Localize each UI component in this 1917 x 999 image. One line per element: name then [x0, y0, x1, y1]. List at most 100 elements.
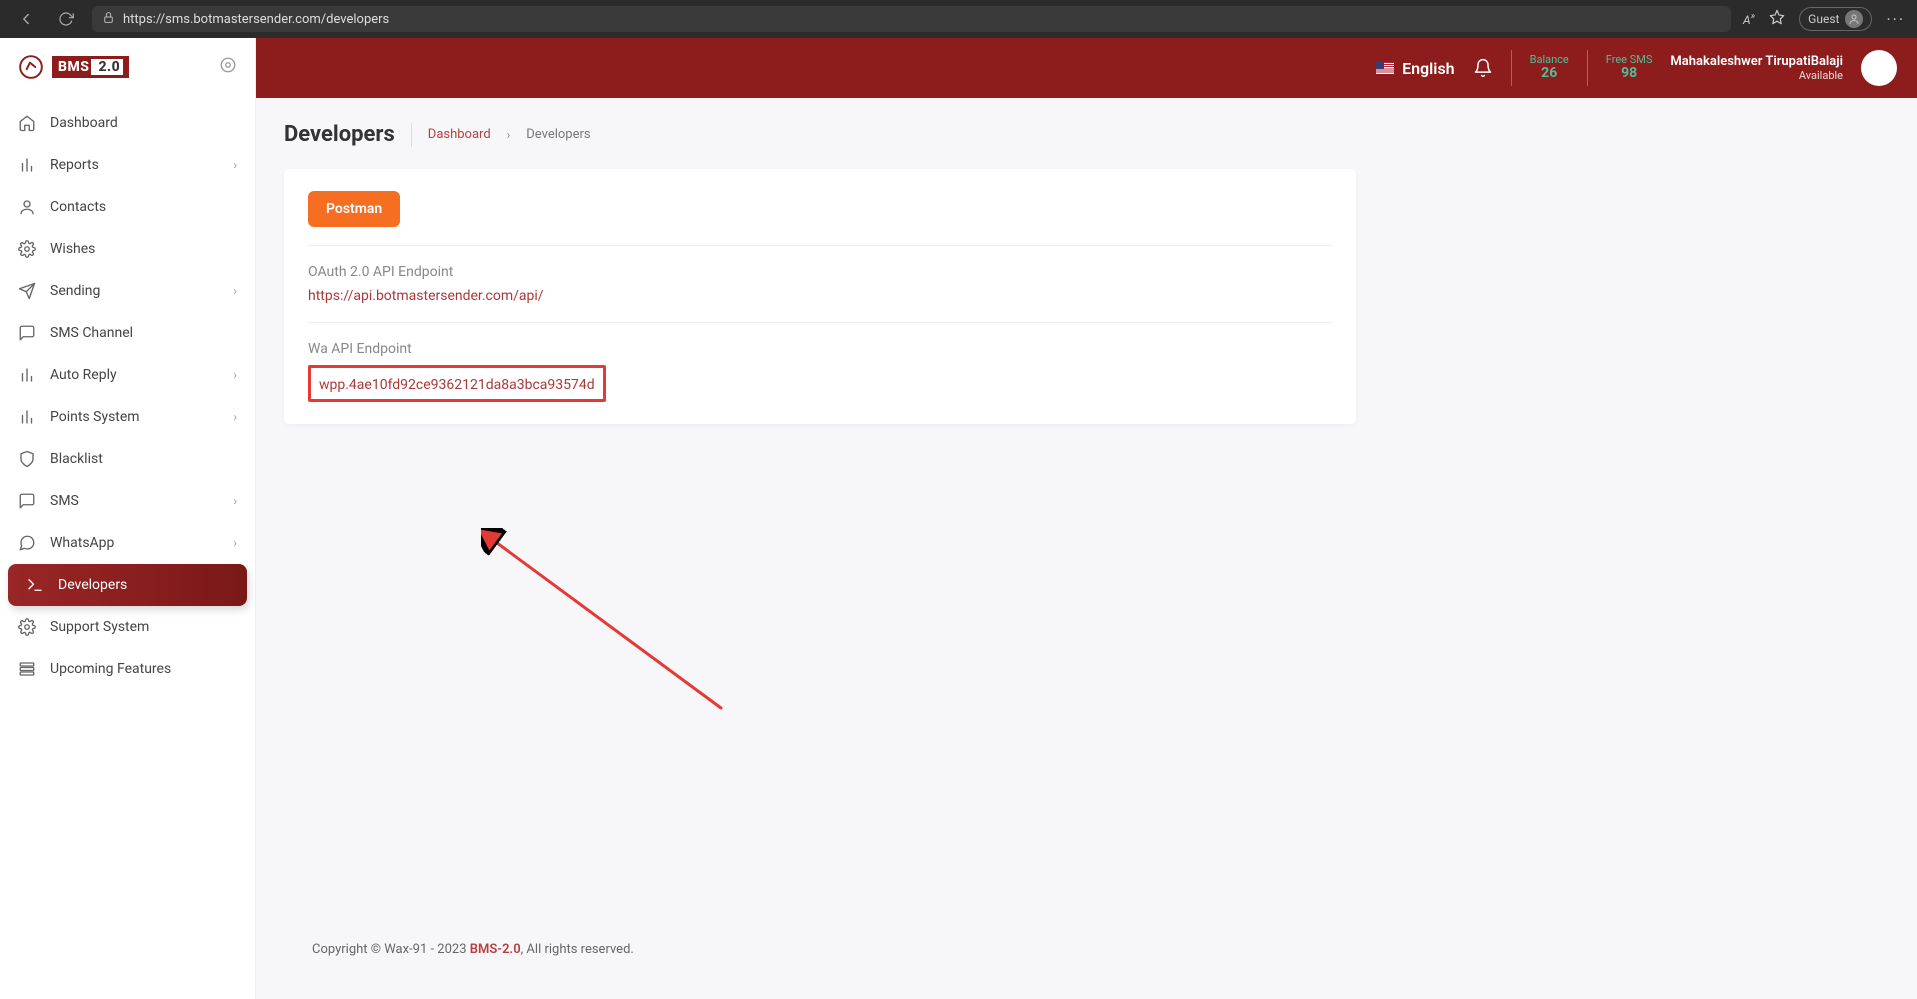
sidebar-item-sending[interactable]: Sending ›	[0, 270, 255, 312]
sidebar: BMS 2.0 Dashboard Reports › Contacts Wishes S…	[0, 38, 256, 999]
sidebar-item-label: Dashboard	[50, 115, 118, 131]
sidebar-item-sms[interactable]: SMS ›	[0, 480, 255, 522]
sidebar-item-whatsapp[interactable]: WhatsApp›	[0, 522, 255, 564]
chevron-right-icon: ›	[233, 284, 237, 298]
language-label: English	[1402, 59, 1455, 78]
bars-icon	[18, 408, 36, 426]
content: Developers Dashboard › Developers Postma…	[256, 98, 1917, 999]
balance-value: 26	[1530, 66, 1569, 81]
send-icon	[18, 282, 36, 300]
person-icon	[18, 198, 36, 216]
wa-value-highlight: wpp.4ae10fd92ce9362121da8a3bca93574d	[308, 365, 606, 402]
breadcrumb-current: Developers	[526, 127, 590, 142]
sidebar-item-reports[interactable]: Reports ›	[0, 144, 255, 186]
page-title: Developers	[284, 122, 395, 147]
flag-us-icon	[1376, 62, 1394, 74]
chat-icon	[18, 492, 36, 510]
sidebar-item-label: Reports	[50, 157, 99, 173]
divider	[1587, 50, 1588, 86]
oauth-value[interactable]: https://api.botmastersender.com/api/	[308, 288, 1332, 304]
favorites-icon[interactable]	[1769, 9, 1785, 29]
more-icon[interactable]: ···	[1886, 10, 1905, 29]
layers-icon	[18, 660, 36, 678]
sidebar-item-label: Contacts	[50, 199, 106, 215]
breadcrumb-sep	[411, 123, 412, 147]
sidebar-item-label: Wishes	[50, 241, 95, 257]
sidebar-item-sms-channel[interactable]: SMS Channel	[0, 312, 255, 354]
user-block[interactable]: Mahakaleshwer TirupatiBalaji Available	[1670, 54, 1843, 83]
main: English Balance 26 Free SMS 98 Mahakales…	[256, 38, 1917, 999]
gear-icon	[18, 618, 36, 636]
guest-profile[interactable]: Guest	[1799, 7, 1872, 31]
user-name: Mahakaleshwer TirupatiBalaji	[1670, 54, 1843, 70]
sidebar-item-points-system[interactable]: Points System ›	[0, 396, 255, 438]
browser-chrome: https://sms.botmastersender.com/develope…	[0, 0, 1917, 38]
sidebar-item-auto-reply[interactable]: Auto Reply ›	[0, 354, 255, 396]
collapse-icon[interactable]	[219, 56, 237, 78]
sidebar-item-label: SMS Channel	[50, 325, 133, 341]
home-icon	[18, 114, 36, 132]
sidebar-item-dashboard[interactable]: Dashboard	[0, 102, 255, 144]
sidebar-item-wishes[interactable]: Wishes	[0, 228, 255, 270]
url-text: https://sms.botmastersender.com/develope…	[123, 12, 389, 27]
refresh-icon[interactable]	[52, 5, 80, 33]
logo[interactable]: BMS 2.0	[18, 54, 129, 80]
oauth-label: OAuth 2.0 API Endpoint	[308, 264, 1332, 280]
freesms-value: 98	[1606, 66, 1653, 81]
chevron-right-icon: ›	[233, 368, 237, 382]
divider	[308, 322, 1332, 323]
sidebar-item-upcoming-features[interactable]: Upcoming Features	[0, 648, 255, 690]
balance-stat: Balance 26	[1530, 54, 1569, 81]
terminal-icon	[26, 576, 44, 594]
footer-suffix: , All rights reserved.	[521, 942, 634, 957]
chevron-right-icon: ›	[233, 158, 237, 172]
sidebar-nav: DashboardReports›ContactsWishesSending›S…	[0, 96, 255, 696]
footer-prefix: Copyright © Wax-91 - 2023	[312, 942, 470, 957]
sidebar-item-blacklist[interactable]: Blacklist	[0, 438, 255, 480]
wa-label: Wa API Endpoint	[308, 341, 1332, 357]
chat-round-icon	[18, 534, 36, 552]
chevron-right-icon: ›	[233, 410, 237, 424]
sidebar-item-label: Points System	[50, 409, 140, 425]
sidebar-item-label: Sending	[50, 283, 100, 299]
logo-icon	[18, 54, 44, 80]
user-status: Available	[1670, 69, 1843, 82]
bars-icon	[18, 366, 36, 384]
user-avatar[interactable]	[1861, 50, 1897, 86]
language-selector[interactable]: English	[1376, 59, 1455, 78]
footer-brand[interactable]: BMS-2.0	[470, 942, 521, 957]
chevron-right-icon: ›	[507, 128, 511, 142]
page-head: Developers Dashboard › Developers	[284, 122, 1889, 147]
sidebar-item-label: Developers	[58, 577, 127, 593]
sidebar-item-developers[interactable]: Developers	[8, 564, 247, 606]
chat-icon	[18, 324, 36, 342]
divider	[1511, 50, 1512, 86]
developers-card: Postman OAuth 2.0 API Endpoint https://a…	[284, 169, 1356, 424]
guest-label: Guest	[1808, 12, 1839, 26]
sidebar-item-label: WhatsApp	[50, 535, 114, 551]
bars-icon	[18, 156, 36, 174]
chevron-right-icon: ›	[233, 494, 237, 508]
freesms-stat: Free SMS 98	[1606, 54, 1653, 81]
logo-badge: BMS 2.0	[52, 56, 129, 78]
footer: Copyright © Wax-91 - 2023 BMS-2.0, All r…	[284, 924, 1889, 975]
breadcrumb-root[interactable]: Dashboard	[428, 127, 491, 142]
back-icon[interactable]	[12, 5, 40, 33]
read-aloud-icon[interactable]: A»	[1743, 11, 1755, 27]
sidebar-item-support-system[interactable]: Support System	[0, 606, 255, 648]
wa-value[interactable]: wpp.4ae10fd92ce9362121da8a3bca93574d	[319, 377, 595, 393]
sidebar-item-label: Support System	[50, 619, 149, 635]
notifications-icon[interactable]	[1473, 58, 1493, 78]
postman-button[interactable]: Postman	[308, 191, 400, 227]
url-bar[interactable]: https://sms.botmastersender.com/develope…	[92, 6, 1731, 32]
guest-avatar-icon	[1845, 10, 1863, 28]
sidebar-item-label: Upcoming Features	[50, 661, 171, 677]
gear-icon	[18, 240, 36, 258]
shield-icon	[18, 450, 36, 468]
lock-icon	[102, 11, 115, 28]
sidebar-item-label: Blacklist	[50, 451, 103, 467]
sidebar-item-label: SMS	[50, 493, 79, 509]
sidebar-item-contacts[interactable]: Contacts	[0, 186, 255, 228]
sidebar-item-label: Auto Reply	[50, 367, 117, 383]
topbar: English Balance 26 Free SMS 98 Mahakales…	[256, 38, 1917, 98]
